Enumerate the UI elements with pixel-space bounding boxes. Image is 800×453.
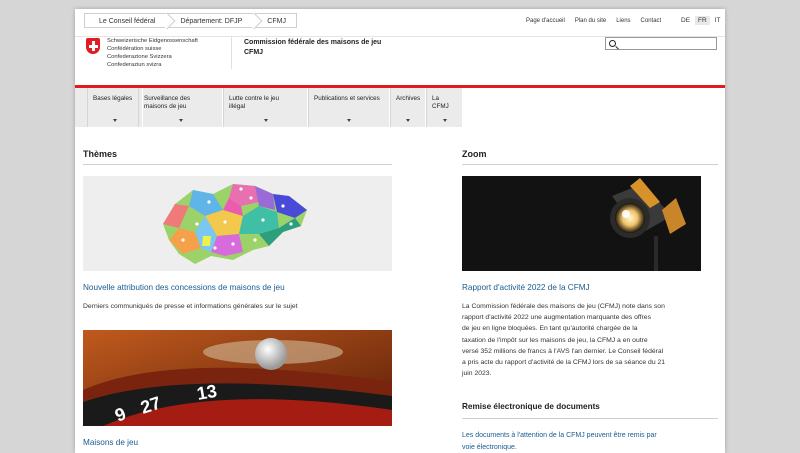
organization-title[interactable]: Commission fédérale des maisons de jeu C… xyxy=(244,38,381,57)
themes-rule xyxy=(83,164,392,165)
confed-line: Confederaziun svizra xyxy=(107,62,162,68)
spotlight-image[interactable] xyxy=(462,176,701,271)
nav-spacer xyxy=(463,88,725,127)
rapport-line: a pris acte du rapport d'activité de la … xyxy=(462,359,666,367)
lang-fr[interactable]: FR xyxy=(695,16,710,25)
search-icon[interactable] xyxy=(609,40,616,47)
remise-link-line: voie électronique. xyxy=(462,443,517,451)
sitemap-link[interactable]: Plan du site xyxy=(575,18,606,24)
search-input[interactable] xyxy=(605,37,717,50)
svg-text:13: 13 xyxy=(195,381,218,404)
caret-down-icon xyxy=(263,119,268,122)
nav-item-lutte[interactable]: Lutte contre le jeu illégal xyxy=(223,88,308,127)
remise-heading: Remise électronique de documents xyxy=(462,402,600,411)
confed-line: Schweizerische Eidgenossenschaft xyxy=(107,38,198,44)
home-link[interactable]: Page d'accueil xyxy=(526,18,565,24)
remise-link[interactable]: Les documents à l'attention de la CFMJ p… xyxy=(462,430,657,453)
remise-rule xyxy=(462,418,718,419)
nav-label: maisons de jeu xyxy=(144,103,187,110)
nav-label: Bases légales xyxy=(93,95,133,102)
maisons-de-jeu-link[interactable]: Maisons de jeu xyxy=(83,438,138,447)
concessions-description: Derniers communiqués de presse et inform… xyxy=(83,303,298,310)
caret-down-icon xyxy=(113,119,117,122)
lang-it[interactable]: IT xyxy=(712,16,724,25)
rapport-line: taxation de l'impôt sur les maisons de j… xyxy=(462,336,648,344)
roulette-illustration: 27 13 9 xyxy=(83,330,392,426)
themes-heading: Thèmes xyxy=(83,149,118,159)
caret-down-icon xyxy=(178,119,183,122)
main-nav: Bases légales Surveillance des maisons d… xyxy=(75,85,725,127)
top-links: Page d'accueil Plan du site Liens Contac… xyxy=(526,18,671,24)
org-abbr: CFMJ xyxy=(244,48,264,56)
rapport-body: La Commission fédérale des maisons de je… xyxy=(462,301,718,379)
rapport-line: versé 352 millions de francs à l'AVS l'a… xyxy=(462,347,664,355)
links-link[interactable]: Liens xyxy=(616,18,630,24)
rapport-line: La Commission fédérale des maisons de je… xyxy=(462,303,665,310)
top-bar: Le Conseil fédéral Département: DFJP CFM… xyxy=(75,9,725,37)
spotlight-illustration xyxy=(462,176,701,271)
language-switcher: DE FR IT xyxy=(676,16,723,25)
zoom-rule xyxy=(462,164,718,165)
nav-item-archives[interactable]: Archives xyxy=(390,88,426,127)
header-divider xyxy=(231,36,232,69)
confed-line: Confédération suisse xyxy=(107,46,162,52)
rapport-line: rapport d'activité 2022 une augmentation… xyxy=(462,314,651,322)
caret-down-icon xyxy=(347,119,351,122)
nav-item-publications[interactable]: Publications et services xyxy=(308,88,390,127)
caret-down-icon xyxy=(406,119,410,122)
nav-label: La CFMJ xyxy=(432,95,449,110)
roulette-image[interactable]: 27 13 9 xyxy=(83,330,392,426)
rapport-activite-link[interactable]: Rapport d'activité 2022 de la CFMJ xyxy=(462,283,590,292)
nav-item-bases-legales[interactable]: Bases légales xyxy=(87,88,143,127)
nav-item-la-cfmj[interactable]: La CFMJ xyxy=(426,88,463,127)
swiss-flag-icon[interactable] xyxy=(86,38,100,54)
page: Le Conseil fédéral Département: DFJP CFM… xyxy=(75,9,725,453)
breadcrumb-item-conseil[interactable]: Le Conseil fédéral xyxy=(84,13,168,28)
nav-label: Surveillance des xyxy=(144,95,191,102)
swiss-map-image[interactable] xyxy=(83,176,392,271)
nav-label: Publications et services xyxy=(314,95,380,102)
nav-label: Lutte contre le jeu xyxy=(229,95,280,102)
rapport-line: juin 2023. xyxy=(462,370,492,378)
org-name: Commission fédérale des maisons de jeu xyxy=(244,39,382,46)
nav-item-surveillance[interactable]: Surveillance des maisons de jeu xyxy=(138,88,223,127)
zoom-heading: Zoom xyxy=(462,149,487,159)
confederation-name: Schweizerische Eidgenossenschaft Confédé… xyxy=(107,37,198,69)
breadcrumb: Le Conseil fédéral Département: DFJP CFM… xyxy=(84,13,297,28)
lang-de[interactable]: DE xyxy=(678,16,693,25)
nav-label: illégal xyxy=(229,103,246,110)
concessions-link[interactable]: Nouvelle attribution des concessions de … xyxy=(83,283,285,292)
breadcrumb-item-departement[interactable]: Département: DFJP xyxy=(167,13,255,28)
remise-link-line: Les documents à l'attention de la CFMJ p… xyxy=(462,432,657,439)
nav-label: Archives xyxy=(396,95,421,102)
rapport-line: de jeu en ligne bloquées. En tant qu'aut… xyxy=(462,325,638,333)
contact-link[interactable]: Contact xyxy=(641,18,662,24)
confed-line: Confederazione Svizzera xyxy=(107,54,172,60)
caret-down-icon xyxy=(442,119,447,122)
swiss-map-illustration xyxy=(83,176,392,271)
